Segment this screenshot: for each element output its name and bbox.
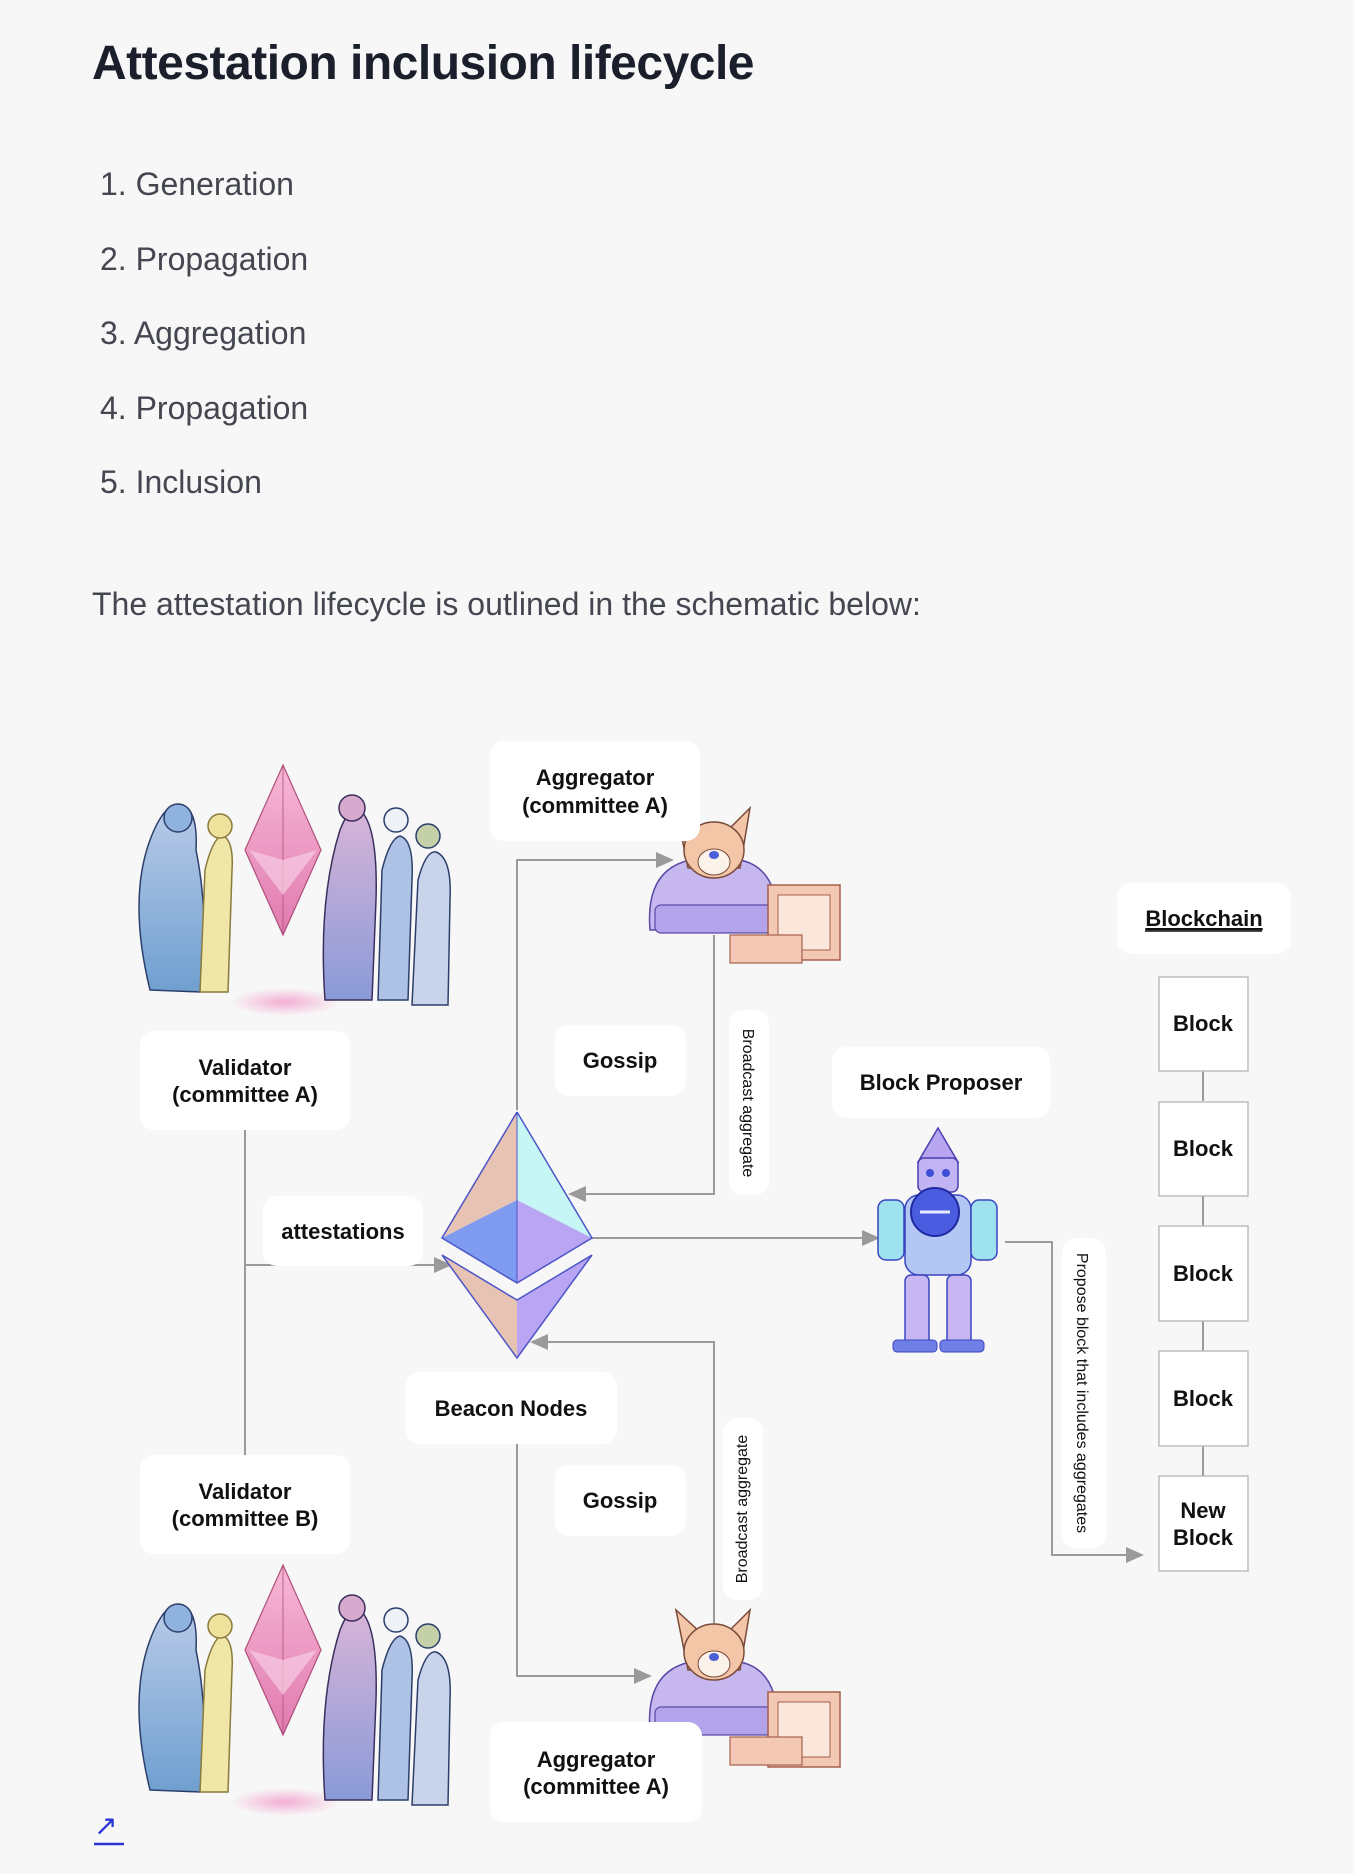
new-block-line1: New <box>1180 1498 1226 1523</box>
block-proposer-text: Block Proposer <box>860 1070 1023 1095</box>
aggregator-bottom-line2: (committee A) <box>523 1774 669 1799</box>
validator-b-line2: (committee B) <box>172 1506 319 1531</box>
aggregator-top-line1: Aggregator <box>536 765 655 790</box>
attestation-schematic: Aggregator (committee A) Validator (comm… <box>138 741 1291 1822</box>
aggregator-bottom-label: Aggregator (committee A) <box>490 1722 702 1822</box>
blockchain-block: Block <box>1158 1225 1249 1322</box>
attestations-label: attestations <box>263 1196 423 1266</box>
block-3-text: Block <box>1173 1261 1234 1286</box>
beacon-nodes-label: Beacon Nodes <box>406 1372 617 1444</box>
propose-block-label: Propose block that includes aggregates <box>1062 1238 1106 1548</box>
beacon-nodes-text: Beacon Nodes <box>435 1396 588 1421</box>
gossip-top-label: Gossip <box>555 1025 686 1096</box>
block-4-text: Block <box>1173 1386 1234 1411</box>
blockchain-block: Block <box>1158 976 1249 1072</box>
arrow-up-right-icon: ↗ <box>94 1810 118 1841</box>
validator-b-line1: Validator <box>199 1479 292 1504</box>
validator-b-label: Validator (committee B) <box>140 1455 350 1554</box>
aggregator-top-line2: (committee A) <box>522 793 668 818</box>
block-2-text: Block <box>1173 1136 1234 1161</box>
attestations-text: attestations <box>281 1219 404 1244</box>
broadcast-aggregate-bottom-label: Broadcast aggregate <box>723 1418 763 1600</box>
blockchain-block: Block <box>1158 1350 1249 1447</box>
validator-group-bottom-illustration <box>138 1563 451 1816</box>
block-1-text: Block <box>1173 1011 1234 1036</box>
external-link[interactable]: ↗ <box>94 1812 128 1846</box>
broadcast-aggregate-bottom-text: Broadcast aggregate <box>734 1435 751 1584</box>
validator-group-top-illustration <box>138 763 451 1016</box>
broadcast-aggregate-top-label: Broadcast aggregate <box>729 1010 769 1195</box>
blockchain-header: Blockchain <box>1117 883 1291 954</box>
ethereum-logo <box>440 1111 594 1360</box>
link-underline <box>94 1842 124 1846</box>
validator-a-label: Validator (committee A) <box>140 1031 350 1130</box>
broadcast-aggregate-top-text: Broadcast aggregate <box>739 1029 756 1178</box>
blockchain-block: Block <box>1158 1101 1249 1197</box>
block-proposer-label: Block Proposer <box>832 1047 1050 1118</box>
aggregator-top-label: Aggregator (committee A) <box>490 741 700 841</box>
gossip-bottom-text: Gossip <box>583 1488 658 1513</box>
new-block-line2: Block <box>1173 1525 1234 1550</box>
propose-block-text: Propose block that includes aggregates <box>1073 1253 1090 1533</box>
gossip-bottom-label: Gossip <box>555 1465 686 1536</box>
blockchain-title: Blockchain <box>1145 906 1262 931</box>
block-proposer-robot-illustration <box>877 1126 998 1353</box>
validator-a-line2: (committee A) <box>172 1082 318 1107</box>
validator-a-line1: Validator <box>199 1055 292 1080</box>
gossip-top-text: Gossip <box>583 1048 658 1073</box>
aggregator-bottom-line1: Aggregator <box>537 1747 656 1772</box>
blockchain-new-block: New Block <box>1158 1475 1249 1572</box>
